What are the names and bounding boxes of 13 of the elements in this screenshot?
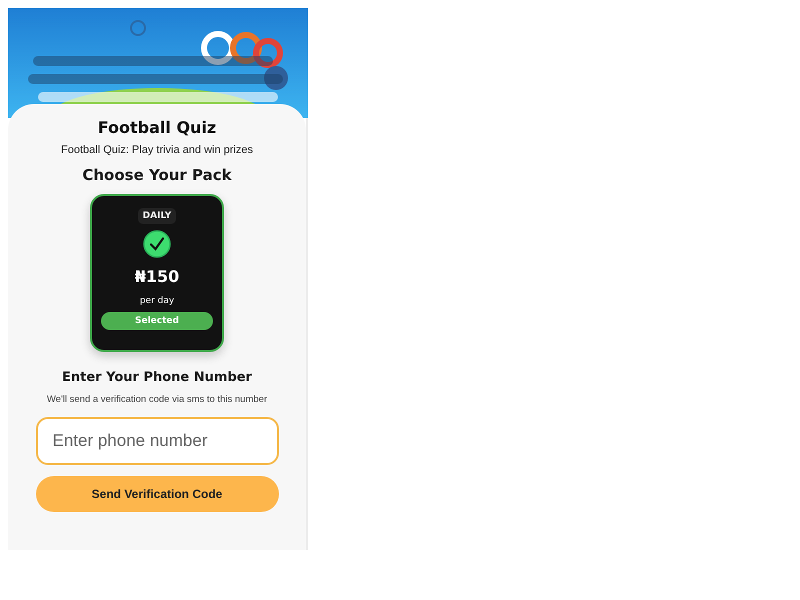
selected-badge: Selected xyxy=(101,312,213,330)
period-label: DAILY xyxy=(138,208,176,224)
phone-input-field[interactable]: Enter phone number xyxy=(36,417,278,465)
pack-price: ₦150 xyxy=(134,267,180,286)
section-heading: Choose Your Pack xyxy=(82,166,232,184)
app-subtitle: Football Quiz: Play trivia and win prizes xyxy=(61,144,253,156)
check-icon xyxy=(143,230,171,258)
send-code-button[interactable]: Send Verification Code xyxy=(36,476,278,512)
app-title: Football Quiz xyxy=(98,118,216,137)
helper-text: We'll send a verification code via sms to this number xyxy=(46,394,268,405)
pack-card[interactable]: DAILY ₦150 per day Selected xyxy=(90,194,224,352)
section-heading: Enter Your Phone Number xyxy=(62,370,252,385)
price-unit: per day xyxy=(140,296,174,306)
